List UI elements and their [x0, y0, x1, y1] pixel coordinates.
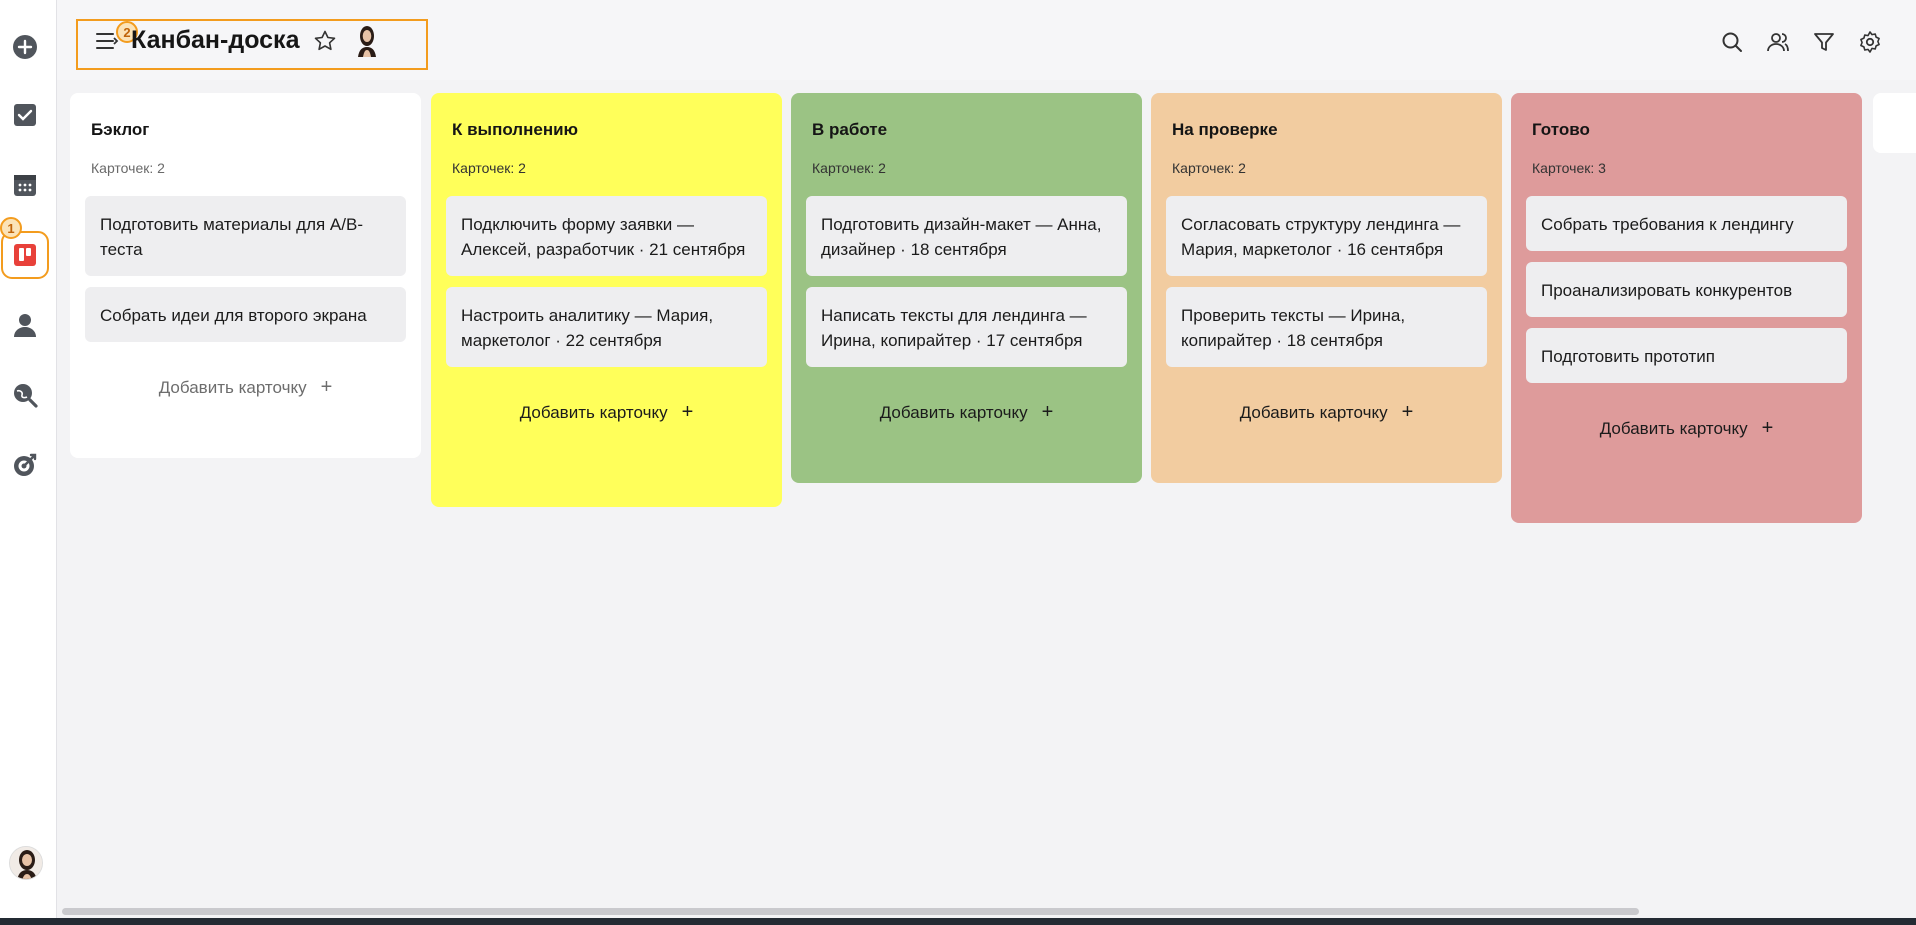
settings-icon[interactable] [1856, 28, 1884, 56]
calendar-icon[interactable] [8, 168, 42, 202]
tasks-icon[interactable] [8, 98, 42, 132]
search-icon[interactable] [1718, 28, 1746, 56]
page-title: Канбан-доска [131, 26, 300, 54]
column-done: Готово Карточек: 3 Собрать требования к … [1511, 93, 1862, 523]
taskbar-edge [0, 918, 1916, 925]
kanban-card[interactable]: Проанализировать конкурентов [1526, 262, 1847, 317]
kanban-card[interactable]: Написать тексты для лендинга — Ирина, ко… [806, 287, 1127, 367]
kanban-card[interactable]: Подключить форму заявки — Алексей, разра… [446, 196, 767, 276]
kanban-card[interactable]: Подготовить дизайн-макет — Анна, дизайне… [806, 196, 1127, 276]
step-badge-1: 1 [0, 217, 22, 239]
kanban-card[interactable]: Согласовать структуру лендинга — Мария, … [1166, 196, 1487, 276]
column-card-count: Карточек: 2 [91, 160, 165, 176]
column-card-count: Карточек: 2 [452, 160, 526, 176]
board-member-avatar[interactable] [352, 24, 382, 57]
column-card-count: Карточек: 3 [1532, 160, 1606, 176]
column-title: Готово [1532, 120, 1590, 139]
card-list: Подготовить материалы для A/B-теста Собр… [85, 196, 406, 342]
plus-icon: + [1401, 401, 1414, 423]
add-card-label: Добавить карточку [1239, 402, 1388, 422]
plus-icon: + [320, 376, 333, 398]
add-card-button[interactable]: Добавить карточку + [446, 401, 767, 424]
card-list: Подключить форму заявки — Алексей, разра… [446, 196, 767, 367]
left-rail: 1 [0, 0, 57, 918]
kanban-card[interactable]: Проверить тексты — Ирина, копирайтер · 1… [1166, 287, 1487, 367]
user-icon[interactable] [8, 308, 42, 342]
board-header: 2 Канбан-доска [57, 0, 1916, 80]
column-title: К выполнению [452, 120, 579, 139]
add-card-button[interactable]: Добавить карточку + [1166, 401, 1487, 424]
plus-icon: + [1041, 401, 1054, 423]
column-todo: К выполнению Карточек: 2 Подключить форм… [431, 93, 782, 507]
kanban-app: 1 2 Канбан-доска Бэклог Карточек: 2 Подг… [0, 0, 1916, 925]
target-check-icon[interactable] [8, 448, 42, 482]
card-list: Подготовить дизайн-макет — Анна, дизайне… [806, 196, 1127, 367]
add-card-button[interactable]: Добавить карточку + [85, 376, 406, 399]
kanban-card[interactable]: Собрать идеи для второго экрана [85, 287, 406, 342]
kanban-card[interactable]: Подготовить прототип [1526, 328, 1847, 383]
column-card-count: Карточек: 2 [1172, 160, 1246, 176]
plus-icon: + [681, 401, 694, 423]
filter-icon[interactable] [1810, 28, 1838, 56]
column-title: На проверке [1172, 120, 1278, 139]
add-card-label: Добавить карточку [1599, 418, 1748, 438]
add-card-button[interactable]: Добавить карточку + [806, 401, 1127, 424]
header-tools [1718, 28, 1884, 56]
column-review: На проверке Карточек: 2 Согласовать стру… [1151, 93, 1502, 483]
add-card-button[interactable]: Добавить карточку + [1526, 417, 1847, 440]
search-globe-icon[interactable] [8, 378, 42, 412]
add-card-label: Добавить карточку [158, 377, 307, 397]
column-in-progress: В работе Карточек: 2 Подготовить дизайн-… [791, 93, 1142, 483]
plus-icon: + [1761, 417, 1774, 439]
column-title: В работе [812, 120, 888, 139]
next-column-stub [1873, 93, 1916, 153]
kanban-card[interactable]: Подготовить материалы для A/B-теста [85, 196, 406, 276]
column-backlog: Бэклог Карточек: 2 Подготовить материалы… [70, 93, 421, 458]
column-card-count: Карточек: 2 [812, 160, 886, 176]
user-avatar[interactable] [9, 846, 43, 880]
users-icon[interactable] [1764, 28, 1792, 56]
add-card-label: Добавить карточку [519, 402, 668, 422]
kanban-card[interactable]: Собрать требования к лендингу [1526, 196, 1847, 251]
kanban-card[interactable]: Настроить аналитику — Мария, маркетолог … [446, 287, 767, 367]
favorite-star-icon[interactable] [313, 29, 337, 53]
card-list: Собрать требования к лендингу Проанализи… [1526, 196, 1847, 383]
horizontal-scrollbar[interactable] [62, 908, 1639, 915]
add-icon[interactable] [8, 30, 42, 64]
column-title: Бэклог [91, 120, 150, 139]
card-list: Согласовать структуру лендинга — Мария, … [1166, 196, 1487, 367]
kanban-board-icon[interactable] [1, 231, 49, 279]
add-card-label: Добавить карточку [879, 402, 1028, 422]
